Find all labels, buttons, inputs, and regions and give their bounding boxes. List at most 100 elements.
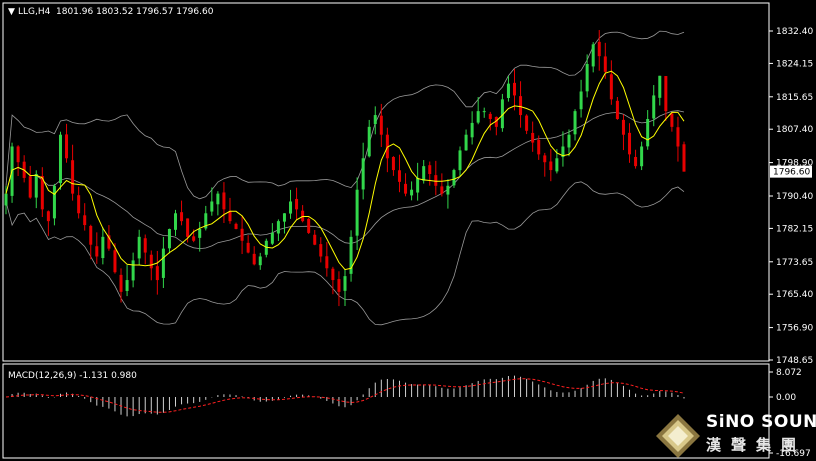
candle-body: [16, 146, 20, 163]
candle-body: [222, 192, 226, 210]
macd-tick-label: 8.072: [776, 368, 802, 378]
candle-body: [186, 218, 190, 237]
candle-body: [216, 193, 220, 205]
candle-body: [434, 175, 438, 186]
diamond-logo-icon: [656, 414, 700, 458]
candle-body: [531, 132, 535, 143]
candle-body: [4, 193, 8, 206]
candle-body: [137, 236, 141, 259]
candle-body: [543, 155, 547, 163]
candle-body: [373, 115, 377, 125]
candle-body: [658, 75, 662, 98]
candle-body: [422, 166, 426, 181]
candle-body: [452, 170, 456, 186]
price-tick-label: 1782.15: [776, 224, 813, 234]
candle-body: [652, 95, 656, 119]
candle-body: [125, 280, 129, 291]
candle-body: [301, 210, 305, 222]
candle-body: [634, 156, 638, 167]
price-tick-label: 1773.65: [776, 258, 813, 268]
candle-body: [258, 256, 262, 266]
candle-body: [276, 221, 280, 234]
candle-body: [476, 111, 480, 123]
candle-body: [52, 185, 56, 219]
price-tick-label: 1815.65: [776, 93, 813, 103]
candle-body: [337, 279, 341, 292]
candle-body: [192, 236, 196, 241]
candle-body: [246, 242, 250, 253]
macd-label: MACD(12,26,9) -1.131 0.980: [8, 371, 137, 381]
price-axis: 1832.401824.151815.651807.401798.901790.…: [769, 27, 813, 366]
candle-body: [307, 218, 311, 233]
candle-body: [270, 232, 274, 244]
candle-body: [331, 268, 335, 281]
candle-body: [525, 115, 529, 131]
candle-body: [46, 211, 50, 222]
candle-body: [488, 113, 492, 119]
macd-signal-line: [5, 378, 685, 413]
candle-body: [355, 189, 359, 236]
candle-body: [446, 185, 450, 195]
candle-body: [101, 236, 105, 259]
macd-tick-label: 0.00: [776, 393, 796, 403]
candle-body: [83, 215, 87, 226]
candle-body: [670, 113, 674, 127]
candle-body: [325, 256, 329, 269]
candle-body: [252, 253, 256, 265]
candle-body: [621, 119, 625, 135]
candle-body: [210, 201, 214, 212]
candle-body: [519, 96, 523, 116]
candle-body: [506, 83, 510, 98]
candle-body: [646, 118, 650, 147]
candle-body: [682, 144, 686, 172]
candle-body: [573, 111, 577, 135]
macd-histogram: [5, 375, 685, 417]
ohlc-readout: 1801.96 1803.52 1796.57 1796.60: [56, 7, 214, 17]
price-tick-label: 1790.40: [776, 192, 813, 202]
upper-band: [5, 30, 685, 200]
price-tick-label: 1748.65: [776, 356, 813, 366]
candle-body: [367, 126, 371, 157]
candle-body: [591, 44, 595, 67]
candle-body: [567, 134, 571, 148]
symbol-dropdown-icon[interactable]: ▼: [8, 7, 15, 17]
candle-body: [131, 260, 135, 281]
candle-body: [416, 177, 420, 193]
logo-text-en: SiNO SOUND: [706, 412, 816, 432]
candle-body: [198, 228, 202, 238]
candle-body: [65, 134, 69, 159]
candle-body: [664, 76, 668, 112]
candle-body: [28, 176, 32, 198]
candle-body: [585, 63, 589, 92]
price-tick-label: 1756.90: [776, 324, 813, 334]
candle-body: [397, 170, 401, 182]
candle-body: [282, 213, 286, 222]
candle-body: [513, 82, 516, 96]
candle-body: [89, 225, 93, 245]
candle-body: [95, 246, 99, 257]
candle-body: [343, 276, 347, 291]
candle-body: [549, 161, 553, 171]
main-pane-frame: [2, 2, 770, 362]
current-price-label: 1796.60: [773, 168, 810, 178]
price-tick-label: 1765.40: [776, 290, 813, 300]
candle-body: [458, 150, 462, 171]
price-tick-label: 1824.15: [776, 59, 813, 69]
candle-body: [640, 146, 644, 167]
candle-body: [579, 91, 583, 110]
symbol-label: LLG,H4: [18, 7, 51, 17]
candle-body: [77, 195, 81, 214]
candles: [4, 30, 686, 307]
candle-body: [113, 250, 117, 273]
logo-text-zh: 漢聲集團: [706, 436, 807, 454]
price-chart: 1832.401824.151815.651807.401798.901790.…: [2, 2, 813, 459]
candle-body: [289, 201, 293, 214]
candle-body: [391, 156, 395, 171]
candle-body: [34, 173, 38, 198]
candle-body: [295, 198, 299, 210]
candle-body: [537, 139, 541, 155]
candle-body: [234, 223, 238, 229]
candle-body: [404, 183, 408, 194]
candle-body: [155, 266, 159, 281]
candle-body: [313, 234, 317, 245]
